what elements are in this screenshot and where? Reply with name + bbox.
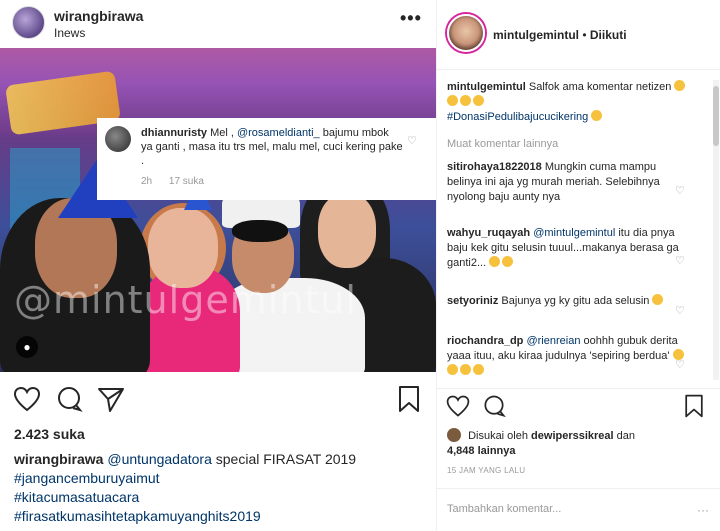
liked-by: Disukai oleh dewiperssikreal dan 4,848 l… <box>447 428 711 459</box>
add-comment-input[interactable]: Tambahkan komentar... <box>447 503 561 515</box>
heart-icon[interactable]: ♡ <box>675 358 685 371</box>
comment-icon[interactable] <box>481 393 507 419</box>
action-bar <box>437 388 720 424</box>
laughing-emoji-icon <box>652 294 664 305</box>
post-photo[interactable]: @mintulgemintul ● dhiannuristy Mel , @ro… <box>0 48 436 372</box>
comment-text: Bajunya yg ky gitu ada selusin <box>498 295 650 307</box>
left-post-header: wirangbirawa Inews ••• <box>0 0 436 48</box>
liked-by-count[interactable]: 4,848 lainnya <box>447 445 516 457</box>
bookmark-icon[interactable] <box>394 384 424 414</box>
laughing-emoji-icon <box>473 364 484 375</box>
heart-icon[interactable] <box>445 393 471 419</box>
left-post: wirangbirawa Inews ••• @mintulgemintul ●… <box>0 0 436 531</box>
more-options-icon[interactable]: ••• <box>400 8 422 29</box>
laughing-emoji-icon <box>447 364 458 375</box>
caption-comment: mintulgemintul Salfok ama komentar netiz… <box>447 80 693 125</box>
laughing-emoji-icon <box>473 95 484 106</box>
laughing-emoji-icon <box>460 364 471 375</box>
comment-icon[interactable] <box>54 384 84 414</box>
heart-icon[interactable]: ♡ <box>675 304 685 317</box>
avatar[interactable] <box>12 6 45 39</box>
post-caption: wirangbirawa @untungadatora special FIRA… <box>14 450 424 526</box>
liked-by-user[interactable]: dewiperssikreal <box>531 430 614 442</box>
action-bar <box>0 380 436 420</box>
comment-item: sitirohaya1822018 Mungkin cuma mampu bel… <box>447 160 693 205</box>
username-link[interactable]: mintulgemintul <box>493 28 579 42</box>
timestamp[interactable]: 15 JAM YANG LALU <box>447 466 525 475</box>
comment-username[interactable]: sitirohaya1822018 <box>447 161 542 173</box>
hashtag[interactable]: #jangancemburuyaimut <box>14 470 160 486</box>
comment-username: dhiannuristy <box>141 127 208 139</box>
caption-text: special FIRASAT 2019 <box>211 451 357 467</box>
post-username[interactable]: wirangbirawa <box>54 8 143 24</box>
laughing-emoji-icon <box>502 256 514 267</box>
separator-dot: • <box>582 28 590 42</box>
comment-mention: @rosameldianti_ <box>236 127 320 139</box>
caption-mention[interactable]: @untungadatora <box>107 451 212 467</box>
likes-count[interactable]: 2.423 suka <box>14 426 85 442</box>
more-options-icon[interactable]: ··· <box>697 503 709 517</box>
laughing-emoji-icon <box>489 256 501 267</box>
scrollbar-thumb[interactable] <box>713 86 719 146</box>
heart-icon[interactable]: ♡ <box>675 184 685 197</box>
bookmark-icon[interactable] <box>681 393 707 419</box>
laughing-emoji-icon <box>460 95 471 106</box>
add-comment-bar: Tambahkan komentar... ··· <box>437 488 720 531</box>
comment-username[interactable]: mintulgemintul <box>447 81 526 93</box>
comment-username[interactable]: riochandra_dp <box>447 335 523 347</box>
avatar[interactable] <box>447 14 485 52</box>
comment-username[interactable]: wahyu_ruqayah <box>447 227 530 239</box>
liked-by-suffix: dan <box>616 430 636 442</box>
liked-by-prefix: Disukai oleh <box>468 430 528 442</box>
share-icon[interactable] <box>96 384 126 414</box>
mask <box>232 220 288 242</box>
heart-icon[interactable] <box>12 384 42 414</box>
hashtag[interactable]: #DonasiPedulibajucucikering <box>447 111 588 123</box>
comment-item: setyoriniz Bajunya yg ky gitu ada selusi… <box>447 294 693 309</box>
post-location[interactable]: Inews <box>54 26 85 40</box>
comment-likes: 17 suka <box>168 176 204 187</box>
right-post: mintulgemintul • Diikuti mintulgemintul … <box>436 0 720 531</box>
right-post-header: mintulgemintul • Diikuti <box>437 0 720 70</box>
laughing-emoji-icon <box>447 95 458 106</box>
person-face <box>318 193 376 268</box>
comment-text: Salfok ama komentar netizen <box>525 81 672 93</box>
comment-mention[interactable]: @mintulgemintul <box>533 227 615 239</box>
comment-time: 2h <box>141 176 153 187</box>
person-face <box>148 208 218 288</box>
follow-status[interactable]: Diikuti <box>590 28 627 42</box>
heart-icon[interactable]: ♡ <box>675 254 685 267</box>
avatar <box>447 428 461 442</box>
post-username: mintulgemintul • Diikuti <box>493 28 627 42</box>
comment-text: dhiannuristy Mel , @rosameldianti_ bajum… <box>141 126 403 168</box>
comment-meta: 2h 17 suka <box>141 176 218 187</box>
comment-body: Mel , <box>207 127 237 139</box>
heart-icon: ♡ <box>407 135 417 147</box>
laughing-emoji-icon <box>591 110 603 121</box>
overlay-comment: dhiannuristy Mel , @rosameldianti_ bajum… <box>97 118 436 200</box>
hashtag[interactable]: #kitacumasatuacara <box>14 489 139 505</box>
comment-item: riochandra_dp @rienreian oohhh gubuk der… <box>447 334 693 379</box>
hashtag[interactable]: #firasatkumasihtetapkamuyanghits2019 <box>14 508 261 524</box>
comment-item: wahyu_ruqayah @mintulgemintul itu dia pn… <box>447 226 693 271</box>
user-tag-icon[interactable]: ● <box>16 336 38 358</box>
avatar <box>105 126 131 152</box>
caption-username[interactable]: wirangbirawa <box>14 451 103 467</box>
laughing-emoji-icon <box>674 80 686 91</box>
comment-mention[interactable]: @rienreian <box>526 335 580 347</box>
comment-username[interactable]: setyoriniz <box>447 295 498 307</box>
watermark: @mintulgemintul <box>14 278 357 322</box>
comments-list: mintulgemintul Salfok ama komentar netiz… <box>437 72 720 384</box>
load-more-comments-link[interactable]: Muat komentar lainnya <box>447 138 558 150</box>
